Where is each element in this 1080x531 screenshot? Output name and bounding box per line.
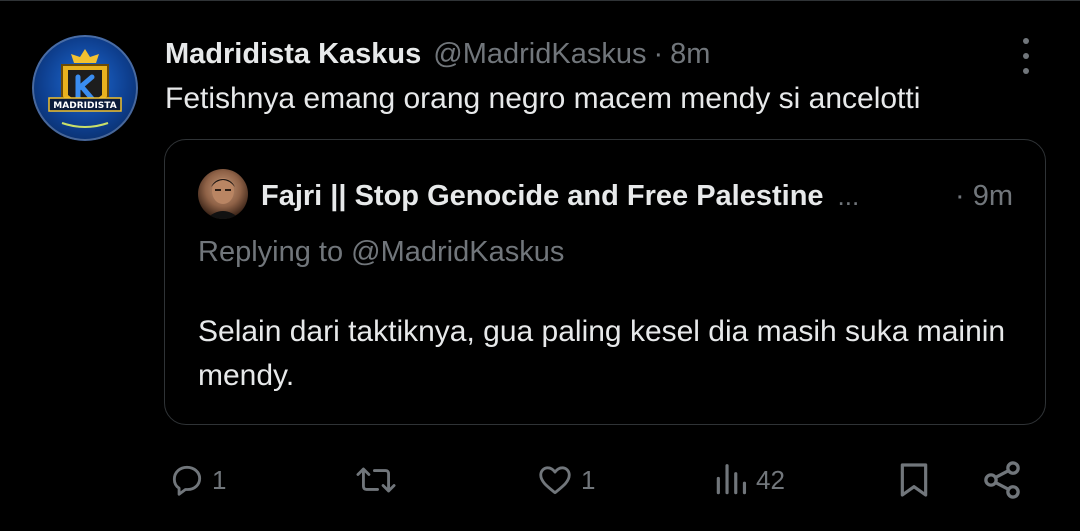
share-button[interactable] — [980, 450, 1024, 510]
bookmark-button[interactable] — [894, 450, 934, 510]
action-bar: 1 1 42 — [0, 450, 1080, 510]
like-button[interactable]: 1 — [535, 450, 595, 510]
quoted-header: Fajri || Stop Genocide and Free Palestin… — [261, 176, 859, 216]
tweet-header: Madridista Kaskus @MadridKaskus · 8m — [165, 34, 710, 74]
retweet-icon — [356, 467, 396, 493]
views-icon — [716, 464, 747, 495]
avatar-logo-text: MADRIDISTA — [53, 101, 116, 111]
replying-to[interactable]: Replying to @MadridKaskus — [198, 236, 564, 269]
timestamp[interactable]: 8m — [670, 38, 710, 71]
separator-dot: · — [653, 37, 664, 70]
user-handle[interactable]: @MadridKaskus — [433, 38, 646, 71]
quoted-avatar[interactable] — [198, 169, 248, 219]
reply-button[interactable]: 1 — [168, 450, 226, 510]
quoted-display-name[interactable]: Fajri || Stop Genocide and Free Palestin… — [261, 180, 824, 213]
tweet-text: Fetishnya emang orang negro macem mendy … — [165, 82, 921, 115]
quoted-timestamp[interactable]: · 9m — [955, 176, 1013, 216]
quoted-name-ellipsis: ... — [837, 180, 860, 211]
quoted-tweet[interactable]: Fajri || Stop Genocide and Free Palestin… — [164, 139, 1046, 425]
more-icon[interactable] — [1010, 38, 1042, 74]
views-button[interactable]: 42 — [712, 450, 785, 510]
reply-count: 1 — [212, 464, 227, 495]
display-name[interactable]: Madridista Kaskus — [165, 38, 421, 71]
top-divider — [0, 0, 1080, 1]
like-count: 1 — [581, 464, 596, 495]
share-icon — [984, 461, 1020, 499]
view-count: 42 — [756, 464, 785, 495]
retweet-button[interactable] — [354, 450, 404, 510]
quoted-text: Selain dari taktiknya, gua paling kesel … — [198, 315, 1006, 392]
reply-icon — [172, 465, 202, 496]
bookmark-icon — [900, 463, 928, 497]
like-icon — [539, 466, 571, 495]
avatar[interactable]: MADRIDISTA — [32, 35, 138, 141]
